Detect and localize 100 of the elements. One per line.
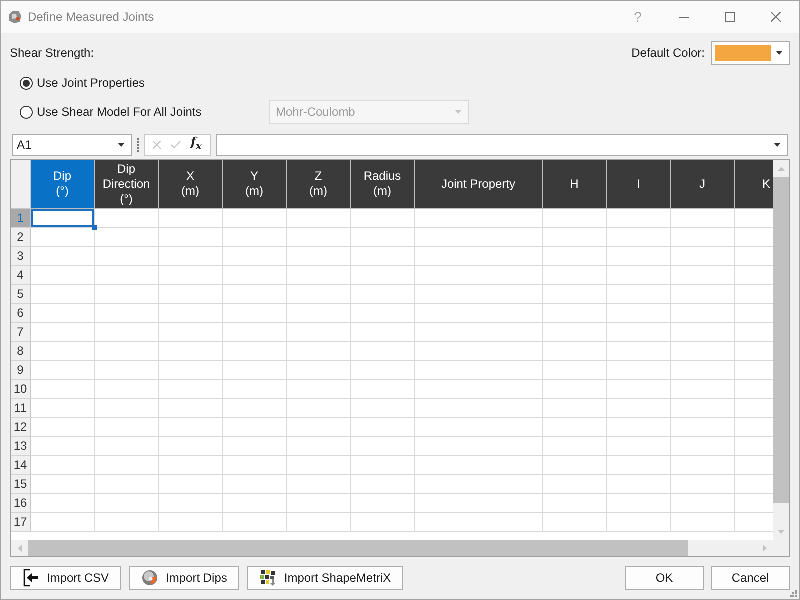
row-header[interactable]: 16: [11, 494, 31, 513]
table-cell[interactable]: [223, 399, 287, 418]
table-cell[interactable]: [223, 247, 287, 266]
table-cell[interactable]: [607, 399, 671, 418]
table-cell[interactable]: [543, 304, 607, 323]
minimize-icon[interactable]: [679, 16, 689, 18]
table-cell[interactable]: [607, 285, 671, 304]
table-cell[interactable]: [351, 380, 415, 399]
row-header[interactable]: 10: [11, 380, 31, 399]
table-cell[interactable]: [607, 456, 671, 475]
table-cell[interactable]: [607, 247, 671, 266]
column-header[interactable]: Dip (°): [31, 160, 95, 209]
table-cell[interactable]: [607, 475, 671, 494]
table-cell[interactable]: [415, 228, 543, 247]
table-cell[interactable]: [607, 209, 671, 228]
row-header[interactable]: 3: [11, 247, 31, 266]
table-cell[interactable]: [31, 513, 95, 532]
row-header[interactable]: 15: [11, 475, 31, 494]
table-cell[interactable]: [287, 323, 351, 342]
import-button[interactable]: Import ShapeMetriX: [247, 566, 404, 590]
insert-function-button[interactable]: f$_{x}$: [190, 135, 202, 155]
table-cell[interactable]: [415, 399, 543, 418]
row-header[interactable]: 11: [11, 399, 31, 418]
table-cell[interactable]: [223, 266, 287, 285]
formula-field[interactable]: [216, 134, 788, 156]
table-cell[interactable]: [159, 475, 223, 494]
table-cell[interactable]: [95, 418, 159, 437]
table-cell[interactable]: [351, 399, 415, 418]
table-cell[interactable]: [159, 323, 223, 342]
table-cell[interactable]: [351, 418, 415, 437]
table-cell[interactable]: [671, 285, 735, 304]
table-cell[interactable]: [415, 418, 543, 437]
table-cell[interactable]: [287, 513, 351, 532]
table-cell[interactable]: [543, 437, 607, 456]
table-cell[interactable]: [95, 456, 159, 475]
table-cell[interactable]: [671, 323, 735, 342]
table-cell[interactable]: [95, 247, 159, 266]
row-header[interactable]: 6: [11, 304, 31, 323]
table-cell[interactable]: [159, 418, 223, 437]
row-header[interactable]: 14: [11, 456, 31, 475]
row-header[interactable]: 5: [11, 285, 31, 304]
import-button[interactable]: Import Dips: [129, 566, 240, 590]
table-cell[interactable]: [287, 380, 351, 399]
table-cell[interactable]: [351, 209, 415, 228]
table-cell[interactable]: [287, 494, 351, 513]
table-cell[interactable]: [415, 380, 543, 399]
table-cell[interactable]: [671, 437, 735, 456]
table-cell[interactable]: [351, 342, 415, 361]
table-cell[interactable]: [607, 323, 671, 342]
table-cell[interactable]: [607, 304, 671, 323]
color-dropdown[interactable]: [711, 41, 790, 65]
table-cell[interactable]: [671, 228, 735, 247]
table-cell[interactable]: [543, 285, 607, 304]
table-cell[interactable]: [31, 437, 95, 456]
column-header[interactable]: K: [735, 160, 773, 209]
table-cell[interactable]: [95, 266, 159, 285]
table-cell[interactable]: [543, 342, 607, 361]
resize-grip-icon[interactable]: [790, 590, 797, 597]
table-cell[interactable]: [31, 247, 95, 266]
table-cell[interactable]: [31, 475, 95, 494]
table-cell[interactable]: [415, 209, 543, 228]
table-cell[interactable]: [287, 418, 351, 437]
column-header[interactable]: Z (m): [287, 160, 351, 209]
table-cell[interactable]: [95, 380, 159, 399]
column-header[interactable]: Joint Property: [415, 160, 543, 209]
radio-label[interactable]: Use Joint Properties: [37, 76, 146, 90]
table-cell[interactable]: [351, 494, 415, 513]
table-cell[interactable]: [671, 399, 735, 418]
table-cell[interactable]: [543, 266, 607, 285]
table-cell[interactable]: [223, 228, 287, 247]
table-cell[interactable]: [671, 475, 735, 494]
table-cell[interactable]: [671, 304, 735, 323]
table-cell[interactable]: [159, 399, 223, 418]
table-cell[interactable]: [287, 361, 351, 380]
table-cell[interactable]: [31, 494, 95, 513]
table-cell[interactable]: [159, 342, 223, 361]
radio-button[interactable]: [20, 106, 33, 118]
table-cell[interactable]: [159, 304, 223, 323]
table-cell[interactable]: [223, 475, 287, 494]
table-cell[interactable]: [543, 380, 607, 399]
table-cell[interactable]: [415, 266, 543, 285]
table-cell[interactable]: [415, 475, 543, 494]
table-cell[interactable]: [95, 228, 159, 247]
table-cell[interactable]: [287, 437, 351, 456]
table-cell[interactable]: [159, 266, 223, 285]
table-cell[interactable]: [607, 342, 671, 361]
table-cell[interactable]: [159, 437, 223, 456]
table-cell[interactable]: [223, 209, 287, 228]
table-cell[interactable]: [671, 266, 735, 285]
table-cell[interactable]: [671, 361, 735, 380]
cell-reference-field[interactable]: A1: [12, 134, 132, 156]
table-cell[interactable]: [607, 418, 671, 437]
table-cell[interactable]: [351, 228, 415, 247]
table-cell[interactable]: [223, 437, 287, 456]
table-cell[interactable]: [543, 399, 607, 418]
table-cell[interactable]: [223, 323, 287, 342]
left-arrow-icon[interactable]: [18, 544, 22, 552]
table-cell[interactable]: [287, 475, 351, 494]
table-cell[interactable]: [287, 266, 351, 285]
table-cell[interactable]: [543, 323, 607, 342]
